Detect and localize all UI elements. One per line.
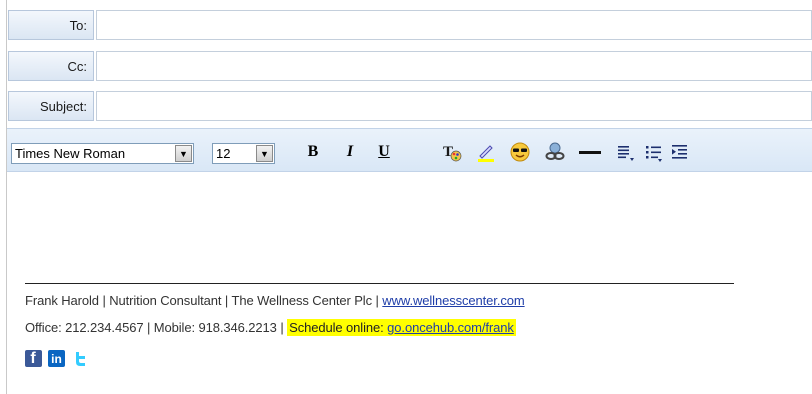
link-icon [545, 142, 565, 160]
underline-label: U [378, 143, 390, 160]
bold-button[interactable]: B [300, 140, 326, 164]
phone-details: Office: 212.234.4567 | Mobile: 918.346.2… [25, 320, 288, 335]
subject-row: Subject: [8, 91, 812, 123]
cc-label: Cc: [67, 58, 88, 74]
horizontal-rule-button[interactable] [577, 140, 603, 164]
indent-button[interactable] [667, 140, 693, 164]
signature-line-1: Frank Harold | Nutrition Consultant | Th… [25, 293, 525, 308]
highlight-icon [478, 145, 494, 162]
font-size-select[interactable]: 12 ▼ [212, 143, 275, 164]
cc-button[interactable]: Cc: [8, 51, 94, 81]
highlight-button[interactable] [473, 140, 499, 164]
italic-label: I [346, 143, 354, 160]
text-color-icon: T [443, 144, 462, 162]
emoticon-icon [510, 142, 530, 162]
website-link[interactable]: www.wellnesscenter.com [382, 293, 524, 308]
font-family-value: Times New Roman [15, 146, 126, 161]
signature-line-2: Office: 212.234.4567 | Mobile: 918.346.2… [25, 319, 516, 336]
twitter-bird [76, 352, 85, 366]
emoticon-button[interactable] [507, 140, 533, 164]
align-button[interactable] [613, 140, 639, 164]
to-input[interactable] [96, 10, 812, 40]
cc-input[interactable] [96, 51, 812, 81]
subject-input[interactable] [96, 91, 812, 121]
align-icon [618, 146, 634, 161]
schedule-link[interactable]: go.oncehub.com/frank [387, 320, 514, 335]
font-family-select[interactable]: Times New Roman ▼ [11, 143, 194, 164]
signature-divider [25, 283, 734, 284]
facebook-icon[interactable]: f [25, 350, 42, 367]
insert-link-button[interactable] [542, 140, 568, 164]
formatting-toolbar: Times New Roman ▼ 12 ▼ B I U T [7, 128, 812, 172]
italic-button[interactable]: I [337, 140, 363, 164]
signature-details: Frank Harold | Nutrition Consultant | Th… [25, 293, 383, 308]
to-label: To: [69, 17, 87, 33]
indent-icon [672, 145, 687, 159]
bullet-list-button[interactable] [641, 140, 667, 164]
chevron-down-icon[interactable]: ▼ [256, 145, 273, 162]
schedule-highlight: Schedule online: go.oncehub.com/frank [287, 319, 516, 336]
linkedin-icon[interactable]: in [48, 350, 65, 367]
twitter-icon[interactable] [72, 350, 89, 367]
text-color-button[interactable]: T [439, 140, 465, 164]
email-compose-window: To: Cc: Subject: Times New Roman ▼ 12 ▼ … [0, 0, 812, 394]
chevron-down-icon[interactable]: ▼ [175, 145, 192, 162]
font-size-value: 12 [216, 146, 231, 161]
subject-label: Subject: [40, 98, 87, 114]
to-button[interactable]: To: [8, 10, 94, 40]
horizontal-rule-icon [579, 151, 601, 154]
list-icon [646, 146, 662, 162]
window-border [6, 0, 7, 394]
cc-row: Cc: [8, 51, 812, 83]
bold-label: B [307, 143, 319, 160]
schedule-label: Schedule online: [289, 320, 388, 335]
to-row: To: [8, 10, 812, 42]
subject-button[interactable]: Subject: [8, 91, 94, 121]
underline-button[interactable]: U [371, 140, 397, 164]
